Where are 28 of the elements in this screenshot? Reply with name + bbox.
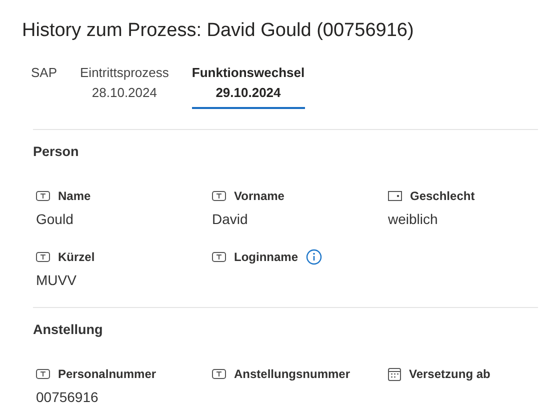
text-field-icon xyxy=(212,251,226,263)
text-field-icon xyxy=(212,190,226,202)
text-field-icon xyxy=(212,368,226,380)
field-label: Kürzel xyxy=(58,250,95,264)
field-label: Geschlecht xyxy=(410,189,475,203)
field-label: Loginname xyxy=(234,250,298,264)
field-label: Name xyxy=(58,189,91,203)
history-tab[interactable]: SAP xyxy=(31,63,58,89)
field-label: Anstellungsnummer xyxy=(234,367,350,381)
field-value: MUVV xyxy=(36,272,76,288)
field-value: 00756916 xyxy=(36,389,98,405)
history-tab[interactable]: Eintrittsprozess 28.10.2024 xyxy=(80,63,169,109)
text-field-icon xyxy=(36,190,50,202)
history-tab[interactable]: Funktionswechsel 29.10.2024 xyxy=(192,63,305,109)
section-title: Person xyxy=(33,144,80,159)
dropdown-field-icon xyxy=(388,190,402,202)
field-label: Vorname xyxy=(234,189,284,203)
calendar-icon xyxy=(388,368,401,380)
text-field-icon xyxy=(36,368,50,380)
field-label: Versetzung ab xyxy=(409,367,490,381)
field-value: weiblich xyxy=(388,211,438,227)
field-label: Personalnummer xyxy=(58,367,156,381)
page-title: History zum Prozess: David Gould (00756916) xyxy=(22,20,415,42)
field-value: Gould xyxy=(36,211,74,227)
info-icon[interactable] xyxy=(306,249,322,265)
field-value: David xyxy=(212,211,248,227)
section-title: Anstellung xyxy=(33,322,104,337)
text-field-icon xyxy=(36,251,50,263)
